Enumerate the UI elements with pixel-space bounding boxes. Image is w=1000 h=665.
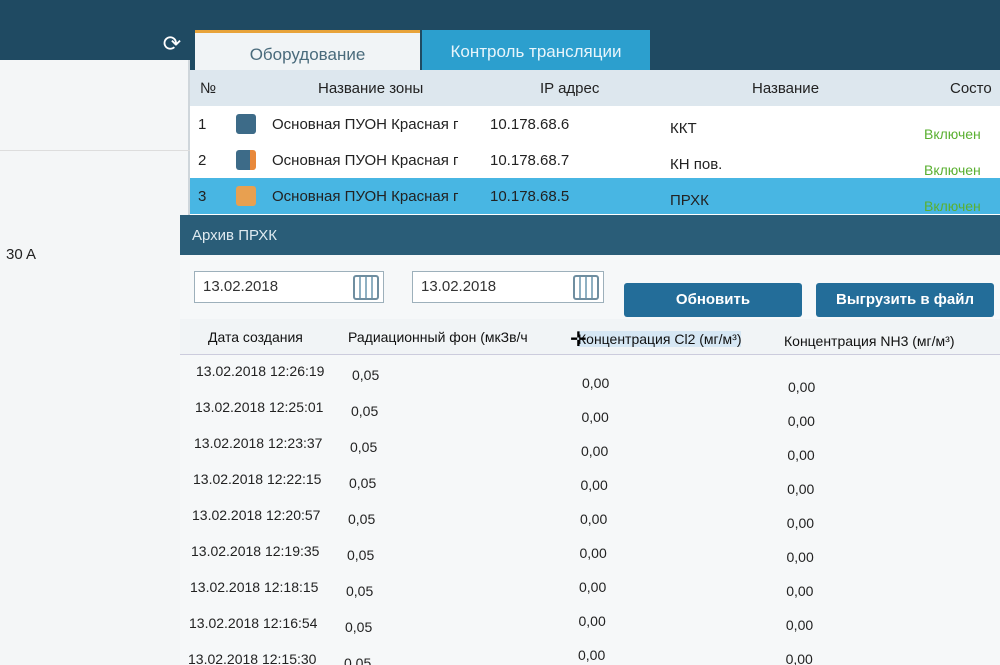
- nh3-value: 0,00: [786, 583, 814, 599]
- table-row[interactable]: 2 Основная ПУОН Красная г 10.178.68.7 КН…: [190, 142, 1000, 178]
- status-badge: Включен: [924, 198, 981, 214]
- export-to-file-button[interactable]: Выгрузить в файл: [816, 283, 994, 317]
- column-header-date[interactable]: Дата создания: [208, 329, 303, 345]
- radiation-value: 0,05: [344, 655, 372, 665]
- nh3-value: 0,00: [785, 617, 814, 633]
- radiation-value: 0,05: [346, 583, 374, 599]
- table-row-selected[interactable]: 3 Основная ПУОН Красная г 10.178.68.5 ПР…: [190, 178, 1000, 214]
- ip-address: 10.178.68.6: [490, 116, 570, 133]
- archive-header: Архив ПРХК: [180, 215, 1000, 255]
- table-row[interactable]: 13.02.2018 12:26:19 0,05 0,00 0,00: [180, 357, 1000, 395]
- equipment-table: № Название зоны IP адрес Название Состо …: [190, 70, 1000, 215]
- device-name: КН пов.: [670, 156, 723, 173]
- table-row[interactable]: 13.02.2018 12:22:15 0,05 0,00 0,00: [180, 465, 1000, 501]
- archive-title: Архив ПРХК: [192, 227, 278, 244]
- nh3-value: 0,00: [785, 651, 813, 665]
- created-date: 13.02.2018 12:23:37: [194, 435, 323, 451]
- created-date: 13.02.2018 12:20:57: [192, 507, 321, 523]
- ip-address: 10.178.68.5: [490, 188, 570, 205]
- column-header-name[interactable]: Название: [752, 80, 819, 97]
- device-warning-icon: [236, 150, 256, 170]
- zone-name: Основная ПУОН Красная г: [272, 152, 459, 169]
- row-number: 3: [198, 188, 207, 205]
- created-date: 13.02.2018 12:25:01: [195, 399, 324, 415]
- tab-equipment[interactable]: Оборудование: [195, 30, 420, 70]
- cl2-value: 0,00: [580, 511, 608, 527]
- table-row[interactable]: 1 Основная ПУОН Красная г 10.178.68.6 КК…: [190, 106, 1000, 142]
- calendar-icon[interactable]: [573, 275, 599, 300]
- radiation-value: 0,05: [347, 547, 375, 563]
- created-date: 13.02.2018 12:26:19: [196, 363, 325, 379]
- radiation-value: 0,05: [351, 403, 379, 419]
- device-name: ККТ: [670, 120, 697, 137]
- nh3-value: 0,00: [786, 549, 814, 565]
- column-header-cl2[interactable]: Концентрация Cl2 (мг/м³): [578, 331, 742, 347]
- column-header-radiation[interactable]: Радиационный фон (мкЗв/ч: [348, 329, 528, 345]
- table-row[interactable]: 13.02.2018 12:23:37 0,05 0,00 0,00: [180, 429, 1000, 465]
- cl2-value: 0,00: [582, 375, 610, 391]
- date-from-field[interactable]: 13.02.2018: [194, 271, 384, 303]
- divider: [0, 150, 190, 151]
- refresh-icon[interactable]: ⟳: [160, 32, 184, 56]
- table-row[interactable]: 13.02.2018 12:16:54 0,05 0,00 0,00: [180, 609, 1000, 645]
- column-header-zone[interactable]: Название зоны: [318, 80, 423, 97]
- cl2-value: 0,00: [578, 613, 606, 629]
- archive-table-header: Дата создания Радиационный фон (мкЗв/ч К…: [180, 319, 1000, 355]
- equipment-table-header: № Название зоны IP адрес Название Состо: [190, 70, 1000, 106]
- tab-broadcast-control[interactable]: Контроль трансляции: [422, 30, 650, 70]
- status-badge: Включен: [924, 162, 981, 178]
- date-from-value: 13.02.2018: [203, 278, 279, 295]
- zone-name: Основная ПУОН Красная г: [272, 116, 459, 133]
- row-number: 2: [198, 152, 207, 169]
- zone-name: Основная ПУОН Красная г: [272, 188, 459, 205]
- created-date: 13.02.2018 12:18:15: [190, 579, 319, 595]
- column-header-status[interactable]: Состо: [950, 80, 992, 97]
- created-date: 13.02.2018 12:22:15: [193, 471, 322, 487]
- table-row[interactable]: 13.02.2018 12:18:15 0,05 0,00 0,00: [180, 573, 1000, 609]
- column-header-ip[interactable]: IP адрес: [540, 80, 599, 97]
- cl2-value: 0,00: [579, 579, 607, 595]
- calendar-icon[interactable]: [353, 275, 379, 300]
- table-row[interactable]: 13.02.2018 12:25:01 0,05 0,00 0,00: [180, 393, 1000, 429]
- radiation-value: 0,05: [350, 439, 378, 455]
- resize-cursor-icon: ✛: [570, 329, 587, 351]
- left-panel-text: 30 A: [6, 246, 37, 263]
- cl2-value: 0,00: [580, 477, 608, 493]
- created-date: 13.02.2018 12:15:30: [188, 651, 317, 665]
- archive-panel: 13.02.2018 13.02.2018 Обновить Выгрузить…: [180, 255, 1000, 665]
- ip-address: 10.178.68.7: [490, 152, 570, 169]
- table-row[interactable]: 13.02.2018 12:19:35 0,05 0,00 0,00: [180, 537, 1000, 573]
- cl2-value: 0,00: [579, 545, 607, 561]
- device-name: ПРХК: [670, 192, 709, 209]
- radiation-value: 0,05: [348, 511, 376, 527]
- table-row[interactable]: 13.02.2018 12:20:57 0,05 0,00 0,00: [180, 501, 1000, 537]
- column-header-number[interactable]: №: [200, 80, 216, 97]
- nh3-value: 0,00: [787, 447, 815, 463]
- refresh-button[interactable]: Обновить: [624, 283, 802, 317]
- date-to-field[interactable]: 13.02.2018: [412, 271, 604, 303]
- date-to-value: 13.02.2018: [421, 278, 497, 295]
- row-number: 1: [198, 116, 207, 133]
- status-badge: Включен: [924, 126, 981, 142]
- cl2-value: 0,00: [581, 409, 609, 425]
- nh3-value: 0,00: [787, 481, 815, 497]
- radiation-value: 0,05: [345, 619, 373, 635]
- table-row[interactable]: 13.02.2018 12:15:30 0,05 0,00 0,00: [180, 645, 1000, 665]
- sensor-icon: [236, 186, 256, 206]
- cl2-value: 0,00: [581, 443, 609, 459]
- cl2-value: 0,00: [578, 647, 606, 663]
- camera-icon: [236, 114, 256, 134]
- column-header-nh3[interactable]: Концентрация NH3 (мг/м³): [784, 333, 954, 349]
- left-panel: 30 A: [0, 60, 190, 665]
- radiation-value: 0,05: [349, 475, 377, 491]
- created-date: 13.02.2018 12:16:54: [189, 615, 318, 631]
- nh3-value: 0,00: [787, 413, 815, 429]
- radiation-value: 0,05: [352, 367, 380, 383]
- nh3-value: 0,00: [786, 515, 815, 531]
- created-date: 13.02.2018 12:19:35: [191, 543, 320, 559]
